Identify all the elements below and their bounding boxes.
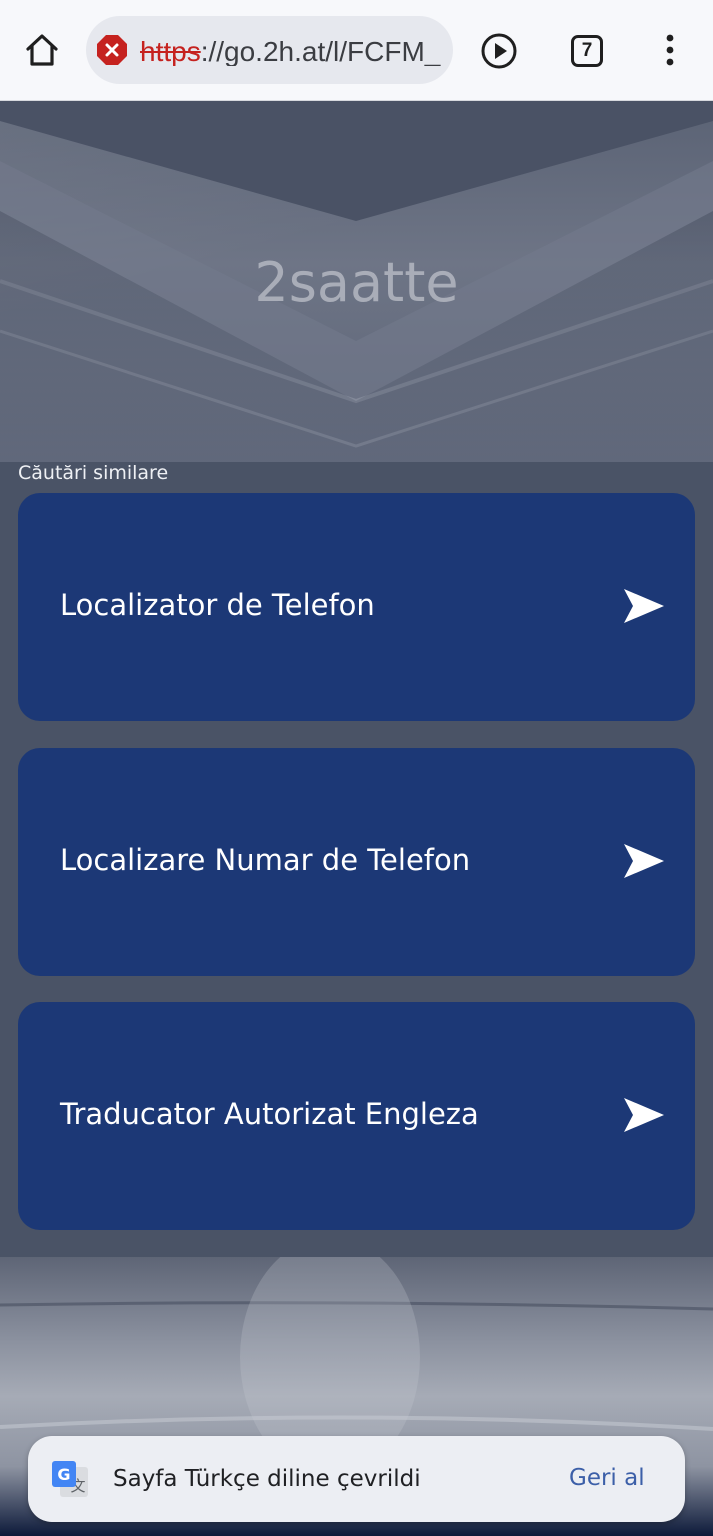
- similar-searches-heading: Căutări similare: [18, 462, 169, 484]
- arrow-icon: [624, 1098, 664, 1132]
- more-vert-icon[interactable]: [656, 34, 684, 68]
- svg-text:G: G: [57, 1465, 70, 1484]
- play-icon[interactable]: [480, 32, 518, 70]
- site-title: 2saatte: [254, 251, 459, 314]
- tab-switcher-button[interactable]: 7: [571, 35, 603, 67]
- google-translate-icon: 文 G: [50, 1459, 90, 1499]
- result-label: Localizare Numar de Telefon: [60, 843, 471, 877]
- url-scheme: https: [140, 36, 201, 66]
- result-link-localizator-telefon[interactable]: Localizator de Telefon: [18, 493, 695, 721]
- arrow-icon: [624, 844, 664, 878]
- similar-searches-section: Căutări similare Localizator de Telefon …: [0, 462, 713, 1257]
- undo-translate-button[interactable]: Geri al: [569, 1465, 645, 1491]
- url-text[interactable]: https://go.2h.at/l/FCFM_: [140, 36, 445, 66]
- result-link-traducator-engleza[interactable]: Traducator Autorizat Engleza: [18, 1002, 695, 1230]
- browser-toolbar: https://go.2h.at/l/FCFM_ 7: [0, 0, 713, 101]
- not-secure-icon[interactable]: [96, 34, 128, 66]
- result-link-localizare-numar[interactable]: Localizare Numar de Telefon: [18, 748, 695, 976]
- translate-snackbar: 文 G Sayfa Türkçe diline çevrildi Geri al: [28, 1436, 685, 1522]
- result-label: Traducator Autorizat Engleza: [60, 1097, 479, 1131]
- home-icon[interactable]: [22, 30, 62, 70]
- arrow-icon: [624, 589, 664, 623]
- hero-banner: 2saatte: [0, 101, 713, 462]
- result-label: Localizator de Telefon: [60, 588, 375, 622]
- translate-message: Sayfa Türkçe diline çevrildi: [113, 1466, 421, 1492]
- address-bar[interactable]: https://go.2h.at/l/FCFM_: [86, 16, 453, 84]
- url-path: ://go.2h.at/l/FCFM_: [200, 36, 441, 66]
